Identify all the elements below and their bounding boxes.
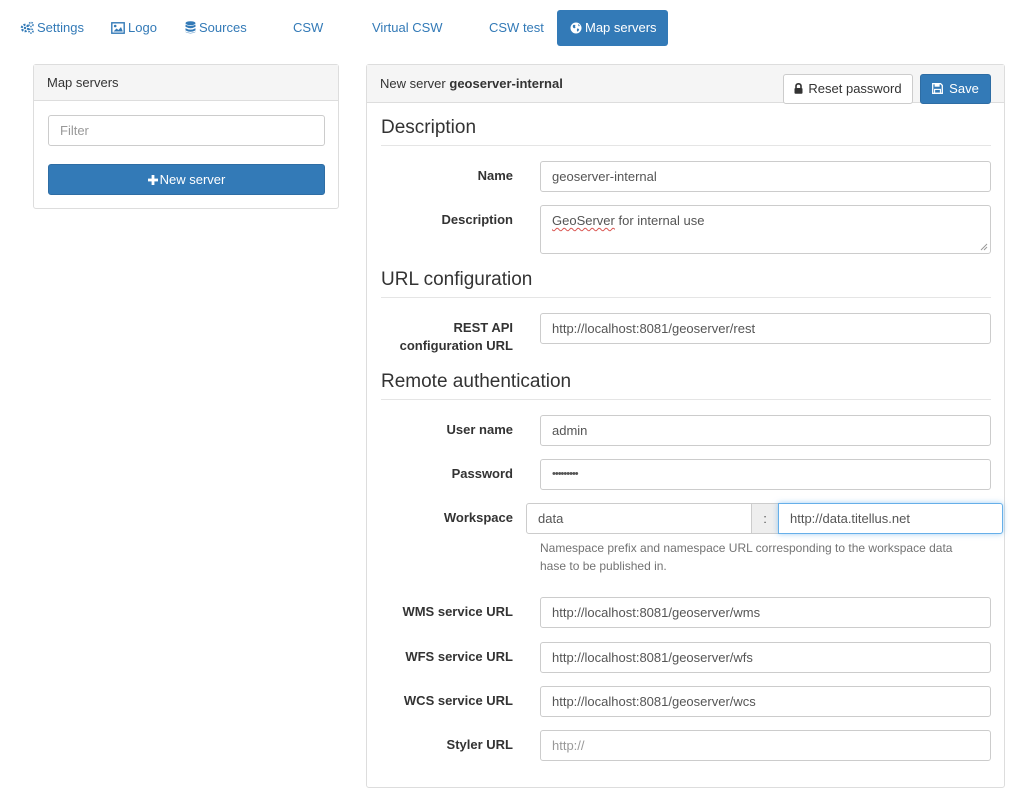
workspace-help-line2: hase to be published in. — [540, 559, 667, 573]
tab-logo[interactable]: Logo — [111, 10, 157, 46]
wcs-url-label: WCS service URL — [403, 693, 513, 708]
wcs-url-field[interactable]: http://localhost:8081/geoserver/wcs — [540, 686, 991, 717]
workspace-prefix-field[interactable]: data — [526, 503, 752, 534]
plus-icon — [147, 175, 158, 185]
tab-csw-test[interactable]: CSW test — [489, 10, 544, 46]
new-server-label: New server — [159, 172, 226, 187]
editor-header: New server geoserver-internal Reset pass… — [367, 65, 1004, 104]
name-label: Name — [477, 168, 513, 183]
wfs-url-field[interactable]: http://localhost:8081/geoserver/wfs — [540, 642, 991, 673]
lock-icon — [794, 82, 803, 94]
section-description-title: Description — [381, 117, 991, 146]
tab-settings-label: Settings — [37, 20, 84, 35]
globe-icon — [570, 22, 582, 34]
workspace-help-line1: Namespace prefix and namespace URL corre… — [540, 541, 953, 555]
rest-api-label-line2: configuration URL — [399, 338, 513, 353]
wms-url-field[interactable]: http://localhost:8081/geoserver/wms — [540, 597, 991, 628]
reset-password-button[interactable]: Reset password — [783, 74, 913, 104]
tab-sources[interactable]: Sources — [185, 10, 247, 46]
tab-settings[interactable]: Settings — [20, 10, 84, 46]
description-textarea[interactable]: GeoServer for internal use — [540, 205, 991, 254]
tab-virtual-csw[interactable]: Virtual CSW — [372, 10, 443, 46]
workspace-url-field[interactable]: http://data.titellus.net — [778, 503, 1003, 534]
image-icon — [111, 22, 125, 34]
tab-csw-test-label: CSW test — [489, 20, 544, 35]
editor-header-server-name: geoserver-internal — [449, 76, 563, 91]
editor-header-prefix: New server — [380, 76, 446, 91]
sidebar-title: Map servers — [34, 65, 338, 101]
workspace-help-text: Namespace prefix and namespace URL corre… — [540, 539, 990, 575]
floppy-disk-icon — [932, 83, 944, 94]
name-field[interactable]: geoserver-internal — [540, 161, 991, 192]
workspace-label: Workspace — [443, 510, 513, 525]
description-text-word: GeoServer — [552, 213, 615, 228]
tab-csw[interactable]: CSW — [293, 10, 323, 46]
save-label: Save — [949, 81, 979, 96]
reset-password-label: Reset password — [808, 81, 902, 96]
database-icon — [185, 21, 196, 34]
styler-url-field[interactable]: http:// — [540, 730, 991, 761]
filter-input[interactable]: Filter — [48, 115, 325, 146]
rest-api-label-line1: REST API — [453, 320, 513, 335]
top-nav: Settings Logo Sources CSW Virtual CSW CS… — [0, 0, 1017, 47]
description-text-rest: for internal use — [614, 213, 705, 228]
tab-map-servers-label: Map servers — [585, 20, 657, 35]
rest-api-label: REST API configuration URL — [353, 319, 513, 355]
wfs-url-label: WFS service URL — [405, 649, 513, 664]
workspace-separator: : — [751, 503, 779, 534]
password-field[interactable]: ••••••••• — [540, 459, 991, 490]
description-label: Description — [441, 212, 513, 227]
tab-virtual-csw-label: Virtual CSW — [372, 20, 443, 35]
save-button[interactable]: Save — [920, 74, 991, 104]
styler-url-label: Styler URL — [446, 737, 513, 752]
section-url-configuration-title: URL configuration — [381, 269, 991, 298]
tab-logo-label: Logo — [128, 20, 157, 35]
section-remote-authentication-title: Remote authentication — [381, 371, 991, 400]
username-field[interactable]: admin — [540, 415, 991, 446]
map-servers-list-panel: Map servers Filter New server — [33, 64, 339, 209]
resize-grip-icon — [980, 243, 988, 251]
username-label: User name — [446, 422, 513, 437]
server-editor-panel: New server geoserver-internal Reset pass… — [366, 64, 1005, 788]
gears-icon — [20, 21, 34, 34]
password-label: Password — [451, 466, 513, 481]
tab-map-servers[interactable]: Map servers — [557, 10, 668, 46]
tab-sources-label: Sources — [199, 20, 247, 35]
wms-url-label: WMS service URL — [402, 604, 513, 619]
new-server-button[interactable]: New server — [48, 164, 325, 195]
rest-api-url-field[interactable]: http://localhost:8081/geoserver/rest — [540, 313, 991, 344]
tab-csw-label: CSW — [293, 20, 324, 35]
